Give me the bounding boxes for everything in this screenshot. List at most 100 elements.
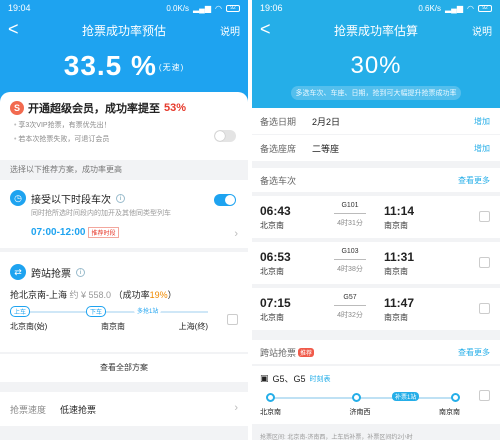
route-track: 补票1站 <box>266 392 460 403</box>
vip-title: 开通超级会员，成功率提至 <box>28 103 160 115</box>
status-time: 19:04 <box>8 3 31 13</box>
duration: 4时31分 <box>337 220 363 227</box>
alt-trains-title: 接受以下时段车次 <box>31 194 111 206</box>
time-range-value: 07:00-12:00 <box>31 227 86 239</box>
help-link[interactable]: 说明 <box>220 23 240 38</box>
network-speed: 0.0K/s <box>166 3 190 13</box>
clock-icon: ◷ <box>10 190 26 206</box>
cross-checkbox[interactable] <box>479 390 490 401</box>
station-dot <box>352 393 361 402</box>
vip-upsell-card: S 开通超级会员，成功率提至 53% 享3次VIP抢票，有票优先出！ 若本次抢票失… <box>0 92 248 160</box>
arr-time: 11:47 <box>384 296 415 310</box>
view-all-button[interactable]: 查看全部方案 <box>0 354 248 382</box>
speed-value: 低速抢票 <box>60 404 97 415</box>
vip-toggle[interactable] <box>214 130 236 142</box>
page-title: 抢票成功率预估 <box>81 23 166 38</box>
dep-station: 北京南 <box>260 221 284 230</box>
seat-label: 备选座席 <box>260 143 297 154</box>
back-arrow-icon[interactable]: < <box>260 20 271 38</box>
station-dot <box>451 393 460 402</box>
station-list: 北京南(始) 南京南 上海(终) <box>10 321 208 332</box>
timetable-link[interactable]: 时刻表 <box>310 374 331 384</box>
battery-icon: 92 <box>478 4 492 12</box>
train-checkbox[interactable] <box>479 303 490 314</box>
transfer-icon: ⇄ <box>10 264 26 280</box>
right-phone-screen: 19:06 0.6K/s ▂▄▆ ◠ 92 < 抢票成功率估算 说明 30% 多… <box>252 0 500 440</box>
vip-rate: 53% <box>164 102 187 114</box>
more-trains-link[interactable]: 查看更多 <box>458 175 490 186</box>
add-date-link[interactable]: 增加 <box>474 116 490 127</box>
dep-station: 北京南 <box>260 313 284 322</box>
vip-icon: S <box>10 101 24 115</box>
cross-label: 跨站抢票 <box>260 347 297 358</box>
train-number: G57 <box>343 294 357 301</box>
station: 南京南 <box>101 322 125 331</box>
more-cross-link[interactable]: 查看更多 <box>458 347 490 358</box>
train-row[interactable]: 07:15 北京南 G57 4时32分 11:47 南京南 <box>252 288 500 330</box>
alt-trains-desc: 同时抢所选时间段内的加开及其他同类型列车 <box>31 210 171 217</box>
right-header: 19:06 0.6K/s ▂▄▆ ◠ 92 < 抢票成功率估算 说明 30% 多… <box>252 0 500 108</box>
cross-footnote: 抢票区间: 北京南-济南西，上车后补票，补票区间约2小时 <box>260 435 413 440</box>
cross-rate: 19% <box>149 290 168 300</box>
date-label: 备选日期 <box>260 116 297 127</box>
signal-icon: ▂▄▆ <box>193 3 212 13</box>
signal-icon: ▂▄▆ <box>445 3 464 13</box>
alight-pill: 下车 <box>86 306 107 317</box>
train-row[interactable]: 06:43 北京南 G101 4时31分 11:14 南京南 <box>252 196 500 238</box>
nav-bar: < 抢票成功率估算 说明 <box>252 16 500 44</box>
chevron-right-icon[interactable]: › <box>234 228 238 240</box>
dep-time: 06:43 <box>260 204 291 218</box>
extra-station-label: 多抢1站 <box>134 306 162 315</box>
battery-icon: 92 <box>226 4 240 12</box>
info-icon[interactable]: i <box>76 267 85 277</box>
date-row[interactable]: 备选日期 2月2日 增加 <box>252 108 500 134</box>
wifi-icon: ◠ <box>215 3 222 13</box>
recommend-tag: 推荐时段 <box>88 227 119 238</box>
cross-route-card[interactable]: ▣ G5、G5 时刻表 补票1站 北京南 济南西 南京南 <box>252 366 500 424</box>
add-seat-link[interactable]: 增加 <box>474 143 490 154</box>
train-number: G103 <box>341 248 359 255</box>
alt-trains-card: ◷ 接受以下时段车次 i 同时抢所选时间段内的加开及其他同类型列车 07:00-… <box>0 180 248 248</box>
arr-station: 南京南 <box>384 313 408 322</box>
rate-suffix: (无速) <box>158 63 185 73</box>
train-row[interactable]: 06:53 北京南 G103 4时38分 11:31 南京南 <box>252 242 500 284</box>
duration: 4时32分 <box>337 312 363 319</box>
status-bar: 19:04 0.0K/s ▂▄▆ ◠ 92 <box>0 0 248 16</box>
back-arrow-icon[interactable]: < <box>8 20 19 38</box>
cross-header: 跨站抢票 推荐 查看更多 <box>252 340 500 364</box>
cross-station-title: 跨站抢票 <box>31 268 71 280</box>
nav-bar: < 抢票成功率预估 说明 <box>0 16 248 44</box>
help-link[interactable]: 说明 <box>472 23 492 38</box>
speed-label: 抢票速度 <box>10 404 47 415</box>
alt-trains-toggle[interactable] <box>214 194 236 206</box>
dep-time: 07:15 <box>260 296 291 310</box>
date-value: 2月2日 <box>312 116 341 127</box>
arr-time: 11:31 <box>384 250 415 264</box>
cross-station-card: ⇄ 跨站抢票 i 抢北京南-上海 约 ¥ 558.0 （成功率19%） 上车 下… <box>0 252 248 352</box>
station-dot <box>266 393 275 402</box>
network-speed: 0.6K/s <box>418 3 442 13</box>
speed-row[interactable]: 抢票速度 低速抢票 › <box>0 392 248 426</box>
vip-bullet: 若本次抢票失败，可退订会员 <box>10 134 238 144</box>
board-pill: 上车 <box>10 306 31 317</box>
station: 北京南 <box>260 409 281 416</box>
train-checkbox[interactable] <box>479 257 490 268</box>
cross-station-checkbox[interactable] <box>227 314 238 325</box>
supplement-pill: 补票1站 <box>392 392 420 401</box>
arr-station: 南京南 <box>384 267 408 276</box>
train-checkbox[interactable] <box>479 211 490 222</box>
trains-label: 备选车次 <box>260 175 297 186</box>
dep-time: 06:53 <box>260 250 291 264</box>
route-track: 上车 下车 多抢1站 <box>10 305 208 319</box>
left-phone-screen: 19:04 0.0K/s ▂▄▆ ◠ 92 < 抢票成功率预估 说明 33.5 … <box>0 0 248 440</box>
duration: 4时38分 <box>337 266 363 273</box>
arr-station: 南京南 <box>384 221 408 230</box>
arr-time: 11:14 <box>384 204 415 218</box>
success-rate-value: 30% <box>350 52 402 79</box>
screen: 19:04 0.0K/s ▂▄▆ ◠ 92 < 抢票成功率预估 说明 33.5 … <box>0 0 500 440</box>
cross-route: 抢北京南-上海 约 ¥ 558.0 （成功率19%） <box>10 290 177 300</box>
vip-bullet: 享3次VIP抢票，有票优先出！ <box>10 120 238 130</box>
time-range[interactable]: 07:00-12:00 推荐时段 <box>0 227 248 238</box>
seat-row[interactable]: 备选座席 二等座 增加 <box>252 135 500 161</box>
info-icon[interactable]: i <box>116 193 125 203</box>
